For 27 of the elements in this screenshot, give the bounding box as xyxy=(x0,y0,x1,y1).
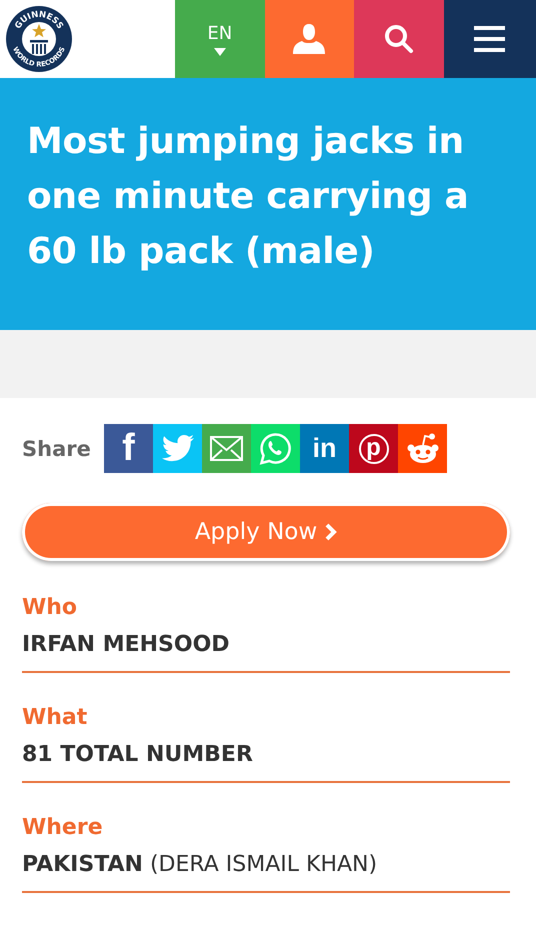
alien-icon xyxy=(406,432,440,464)
twitter-share-button[interactable] xyxy=(153,424,202,473)
field-value: PAKISTAN (DERA ISMAIL KHAN) xyxy=(22,852,378,877)
share-label: Share xyxy=(22,436,92,460)
field-value: 81 TOTAL NUMBER xyxy=(22,742,254,767)
reddit-share-button[interactable] xyxy=(398,424,447,473)
chevron-icon xyxy=(325,523,338,541)
linkedin-share-button[interactable]: in xyxy=(300,424,349,473)
record-title: Most jumping jacks in one minute carrying a 60 lb pack (male) xyxy=(27,120,470,274)
field-label: Who xyxy=(22,595,78,620)
caret-icon xyxy=(214,48,226,56)
search-icon xyxy=(384,24,414,54)
facebook-share-button[interactable]: f xyxy=(104,424,153,473)
field-value: IRFAN MEHSOOD xyxy=(22,632,231,657)
account-button[interactable] xyxy=(264,0,354,78)
field-label: What xyxy=(22,705,88,730)
user-icon xyxy=(293,24,326,54)
whatsapp-share-button[interactable] xyxy=(251,424,300,473)
menu-icon xyxy=(474,24,506,54)
search-button[interactable] xyxy=(354,0,444,78)
phone-bubble-icon xyxy=(259,432,292,465)
menu-button[interactable] xyxy=(444,0,536,78)
field-label: Where xyxy=(22,815,104,840)
bird-icon xyxy=(162,435,194,462)
email-share-button[interactable] xyxy=(202,424,251,473)
envelope-icon xyxy=(210,436,243,461)
pinterest-share-button[interactable]: p xyxy=(349,424,398,473)
